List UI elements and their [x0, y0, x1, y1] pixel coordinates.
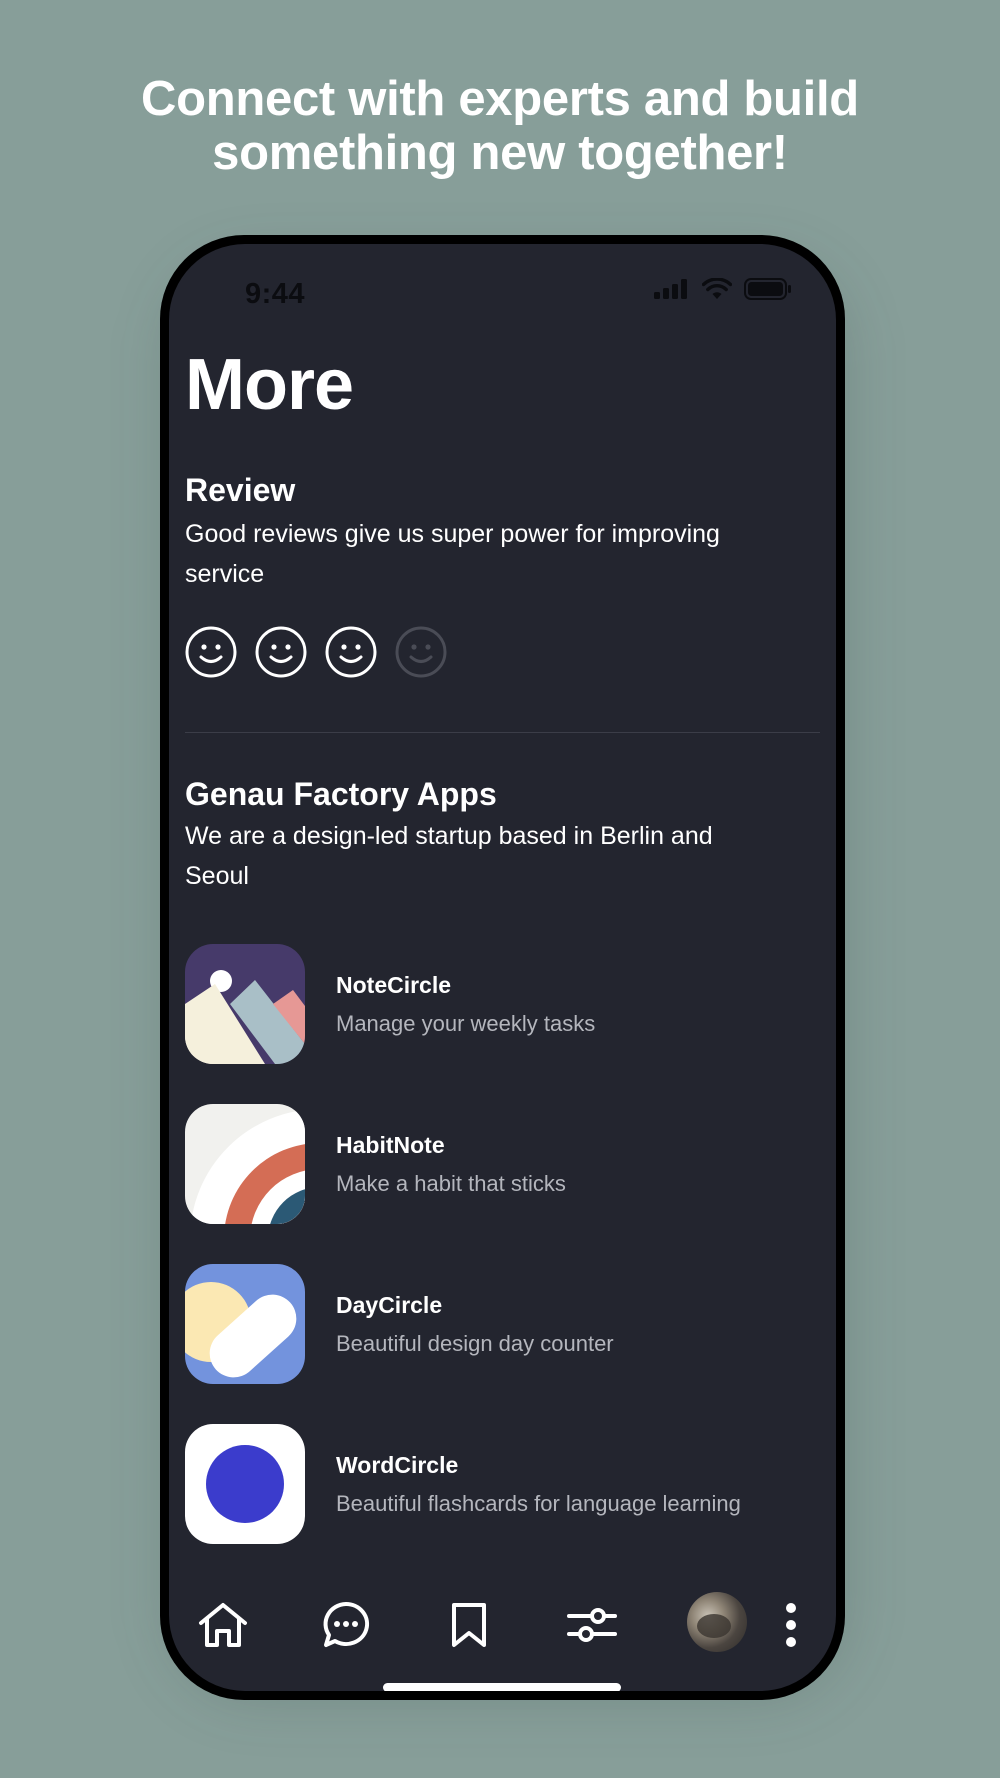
home-icon — [199, 1603, 247, 1647]
app-name: NoteCircle — [336, 971, 452, 998]
smiley-icon[interactable] — [325, 626, 377, 678]
app-row-daycircle[interactable]: DayCircle Beautiful design day counter — [185, 1264, 820, 1384]
bookmark-icon — [452, 1603, 486, 1647]
sliders-icon — [567, 1608, 617, 1642]
headline: Connect with experts and build something… — [0, 72, 1000, 180]
tab-settings[interactable] — [560, 1593, 624, 1657]
notecircle-app-icon — [185, 944, 305, 1064]
smiley-icon[interactable] — [185, 626, 237, 678]
home-indicator — [383, 1683, 621, 1691]
rating-faces[interactable] — [185, 626, 447, 678]
app-desc: Beautiful design day counter — [336, 1330, 614, 1356]
status-icons — [654, 278, 792, 300]
headline-line-2: something new together! — [212, 126, 788, 180]
app-name: HabitNote — [336, 1131, 445, 1158]
chat-icon — [323, 1601, 370, 1647]
app-row-notecircle[interactable]: NoteCircle Manage your weekly tasks — [185, 944, 820, 1064]
tab-bookmark[interactable] — [437, 1593, 501, 1657]
app-name: DayCircle — [336, 1291, 443, 1318]
app-desc: Beautiful flashcards for language learni… — [336, 1490, 741, 1516]
app-row-habitnote[interactable]: HabitNote Make a habit that sticks — [185, 1104, 820, 1224]
phone-frame: 9:44 More Review Good reviews give us su… — [160, 235, 845, 1700]
tab-home[interactable] — [191, 1593, 255, 1657]
company-title: Genau Factory Apps — [185, 776, 497, 812]
habitnote-app-icon — [185, 1104, 305, 1224]
avatar[interactable] — [687, 1592, 747, 1652]
divider — [185, 732, 820, 733]
app-row-wordcircle[interactable]: WordCircle Beautiful flashcards for lang… — [185, 1424, 820, 1544]
tab-chat[interactable] — [314, 1593, 378, 1657]
app-name: WordCircle — [336, 1451, 459, 1478]
battery-icon — [744, 278, 791, 300]
smiley-icon-inactive[interactable] — [395, 626, 447, 678]
page-title: More — [185, 345, 354, 425]
wifi-icon — [702, 278, 732, 299]
app-desc: Manage your weekly tasks — [336, 1010, 596, 1036]
phone-screen: 9:44 More Review Good reviews give us su… — [169, 244, 836, 1691]
company-text: We are a design-led startup based in Ber… — [185, 822, 713, 890]
review-title: Review — [185, 472, 296, 508]
smiley-icon[interactable] — [255, 626, 307, 678]
daycircle-app-icon — [185, 1264, 305, 1384]
review-text: Good reviews give us super power for imp… — [185, 520, 720, 588]
app-desc: Make a habit that sticks — [336, 1170, 566, 1196]
status-time: 9:44 — [245, 278, 306, 310]
signal-icon — [654, 279, 687, 299]
wordcircle-app-icon — [185, 1424, 305, 1544]
more-vertical-icon[interactable] — [781, 1600, 801, 1650]
headline-line-1: Connect with experts and build — [141, 72, 859, 126]
